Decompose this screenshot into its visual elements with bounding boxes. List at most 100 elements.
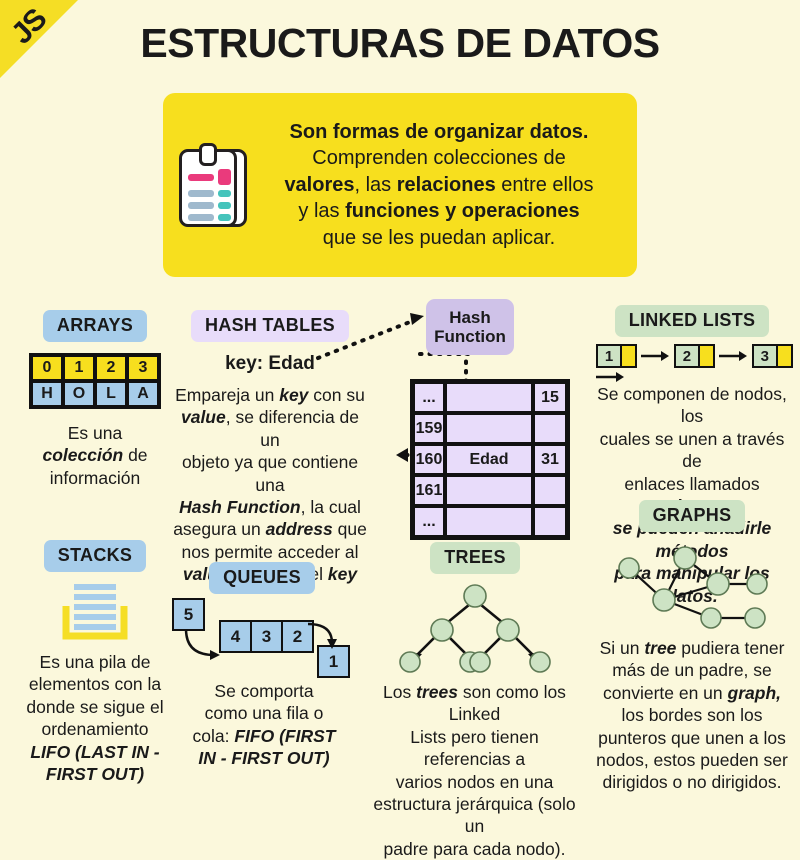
g-em-tree: tree xyxy=(644,638,677,658)
hash-table: ... 15 159 160 Edad 31 161 ... xyxy=(410,379,570,540)
ht-em-value: value xyxy=(180,407,226,428)
arrays-desc-1: Es una xyxy=(67,423,123,443)
tr-d4: estructura jerárquica (solo un xyxy=(373,793,576,837)
st-d3: donde se sigue el xyxy=(26,696,164,717)
hash-key xyxy=(445,413,533,444)
st-em2: FIRST OUT) xyxy=(45,763,145,784)
g-d2: más de un padre, se xyxy=(612,660,772,681)
g-d5: punteros que unen a los xyxy=(598,727,786,748)
hash-function-label: Hash Function xyxy=(434,307,506,346)
ht-em-key: key xyxy=(279,385,309,405)
hash-address: 160 xyxy=(413,444,445,475)
list-item: 2 xyxy=(673,344,715,368)
q-em2: IN - FIRST OUT) xyxy=(198,748,330,769)
hash-value xyxy=(533,413,567,444)
section-arrays: ARRAYS 0 1 2 3 H O L A Es una colección … xyxy=(10,310,180,489)
graphs-description: Si un tree pudiera tener más de un padre… xyxy=(592,637,792,794)
ht-em-address: address xyxy=(265,519,333,540)
hash-key: Edad xyxy=(445,444,533,475)
tree-diagram xyxy=(380,582,570,679)
ll-d2: cuales se unen a través de xyxy=(599,428,785,472)
ll-d3: enlaces llamados xyxy=(624,473,760,494)
intro-line-3b: , las xyxy=(354,173,397,196)
clipboard-icon-wrap xyxy=(163,143,259,227)
section-linked-lists: LINKED LISTS xyxy=(588,305,796,337)
badge-graphs: GRAPHS xyxy=(638,500,746,532)
trees-description: Los trees son como los Linked Lists pero… xyxy=(367,681,582,860)
intro-line-4a: y las xyxy=(298,200,346,223)
hash-tables-description: Empareja un key con su value, se diferen… xyxy=(170,384,370,586)
array-value-row: H O L A xyxy=(31,381,159,407)
arrays-description: Es una colección de información xyxy=(10,422,180,489)
list-item: 3 xyxy=(751,344,793,368)
queue-outgoing-box: 1 xyxy=(317,645,350,678)
q-d1: Se comporta xyxy=(214,681,314,701)
hash-key-label: key: Edad xyxy=(225,353,315,374)
ht-em-hashfn: Hash Function xyxy=(179,496,301,517)
tr-d3: varios nodos en una xyxy=(395,771,554,792)
ll-d1: Se componen de nodos, los xyxy=(597,384,787,427)
table-row: 160 Edad 31 xyxy=(413,444,567,475)
st-d2: elementos con la xyxy=(28,674,162,695)
ht-d5: , la cual xyxy=(300,496,361,517)
table-row: ... 15 xyxy=(413,382,567,413)
ll-pointer-cell xyxy=(622,346,635,366)
arrays-desc-2: de xyxy=(123,445,148,466)
queues-description: Se comporta como una fila o cola: FIFO (… xyxy=(180,680,348,770)
intro-line-3d: entre ellos xyxy=(495,173,594,196)
q-em1: FIFO (FIRST xyxy=(234,725,336,746)
ll-node-value: 2 xyxy=(675,346,700,366)
queue-enqueue-arrow xyxy=(184,628,215,657)
hash-value xyxy=(533,506,567,537)
tr-d1b: son como los Linked xyxy=(448,682,566,725)
ht-d4: objeto ya que contiene una xyxy=(181,452,359,495)
st-em1: LIFO (LAST IN - xyxy=(30,741,160,762)
array-index-cell: 0 xyxy=(31,355,63,381)
table-row: 161 xyxy=(413,475,567,506)
array-diagram: 0 1 2 3 H O L A xyxy=(10,353,180,409)
q-d3: cola: xyxy=(192,725,235,746)
queue-cell: 4 xyxy=(221,622,250,651)
hash-key xyxy=(445,506,533,537)
array-value-cell: O xyxy=(63,381,95,407)
badge-hash-tables: HASH TABLES xyxy=(191,310,349,342)
ll-node-value: 3 xyxy=(753,346,778,366)
ht-d2: con su xyxy=(308,385,365,405)
queue-cell: 2 xyxy=(281,622,312,651)
ll-node-value: 1 xyxy=(598,346,622,366)
queue-row: 4 3 2 xyxy=(219,620,314,653)
g-d7: dirigidos o no dirigidos. xyxy=(602,772,782,793)
hash-address: ... xyxy=(413,506,445,537)
intro-em-valores: valores xyxy=(284,173,355,196)
array-index-cell: 3 xyxy=(127,355,159,381)
st-d4: ordenamiento xyxy=(41,719,149,740)
hash-value: 31 xyxy=(533,444,567,475)
graph-diagram xyxy=(592,542,792,633)
g-d6: nodos, estos pueden ser xyxy=(596,749,788,770)
badge-linked-lists: LINKED LISTS xyxy=(614,305,770,337)
badge-arrays: ARRAYS xyxy=(42,310,148,342)
ll-arrow-icon xyxy=(596,371,624,382)
linked-list-diagram: 1 2 3 xyxy=(596,344,800,386)
tr-d5: padre para cada nodo). xyxy=(383,838,566,859)
array-value-cell: A xyxy=(127,381,159,407)
list-item: 1 xyxy=(596,344,637,368)
hash-value xyxy=(533,475,567,506)
intro-line-5: que se les puedan aplicar. xyxy=(322,226,556,249)
arrays-em-coleccion: colección xyxy=(42,445,124,466)
intro-line-2: Comprenden colecciones de xyxy=(312,147,566,170)
section-queues: QUEUES xyxy=(183,562,341,594)
page-title: ESTRUCTURAS DE DATOS xyxy=(140,20,660,66)
array-value-cell: L xyxy=(95,381,127,407)
ll-pointer-cell xyxy=(777,346,791,366)
g-d1b: pudiera tener xyxy=(676,638,785,658)
ht-d6: asegura un xyxy=(173,519,266,540)
section-trees: TREES Los trees son como los Linked List… xyxy=(373,542,576,860)
g-em-graph: graph, xyxy=(727,682,781,703)
queue-incoming-box: 5 xyxy=(172,598,205,631)
badge-stacks: STACKS xyxy=(43,540,147,572)
hash-key xyxy=(445,475,533,506)
intro-em-funciones: funciones y operaciones xyxy=(345,200,580,223)
intro-em-relaciones: relaciones xyxy=(396,173,496,196)
clipboard-icon xyxy=(179,143,247,227)
